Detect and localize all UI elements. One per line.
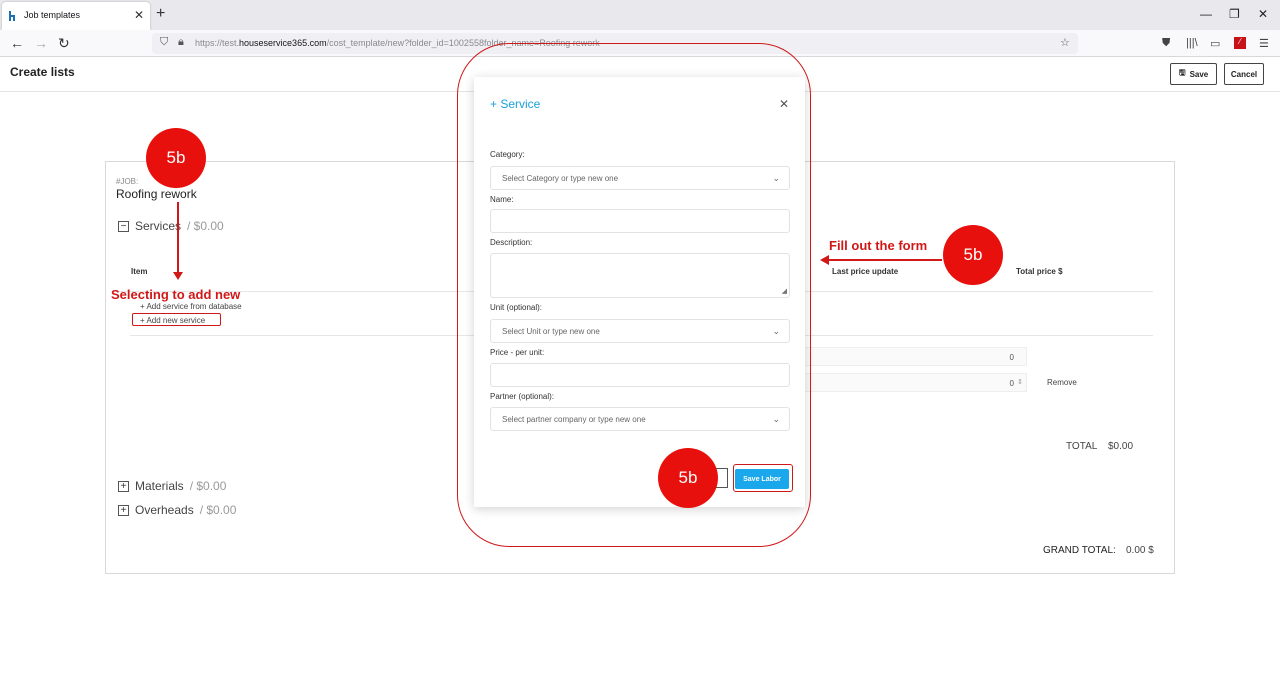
url-host: houseservice365.com (239, 38, 327, 48)
save-button[interactable]: 🖫︎ Save (1170, 63, 1217, 85)
total-label: TOTAL (1066, 441, 1098, 452)
save-button-label: Save (1189, 69, 1209, 79)
column-item: Item (131, 267, 148, 276)
services-amount: / $0.00 (187, 219, 224, 233)
browser-tab-bar: Job templates ✕ + — ❐ ✕ (0, 0, 1280, 30)
tab-close-icon[interactable]: ✕ (134, 8, 144, 22)
materials-section-header[interactable]: + Materials / $0.00 (118, 479, 226, 493)
extension-icon[interactable]: ⁄ (1234, 37, 1246, 49)
expand-icon[interactable]: + (118, 504, 129, 516)
column-total-price: Total price $ (1016, 267, 1063, 276)
pocket-icon[interactable]: ⛊ (1162, 37, 1170, 50)
new-tab-icon[interactable]: + (156, 5, 165, 23)
stepper-arrows-icon[interactable]: ⇕ (1017, 378, 1023, 386)
selecting-annotation: Selecting to add new (111, 287, 241, 302)
tab-title: Job templates (24, 10, 81, 20)
cancel-button[interactable]: Cancel (1224, 63, 1264, 85)
add-new-service-highlight (132, 313, 221, 326)
materials-amount: / $0.00 (189, 479, 227, 493)
shield-icon[interactable]: ⛉ (160, 36, 168, 49)
total-value: $0.00 (1108, 441, 1134, 452)
save-disk-icon: 🖫︎ (1178, 68, 1186, 77)
browser-tab[interactable]: Job templates ✕ (2, 2, 150, 30)
left-arrow-line (828, 259, 942, 261)
star-icon[interactable]: ☆ (1060, 36, 1070, 49)
add-service-from-database-link[interactable]: + Add service from database (140, 302, 242, 311)
forward-icon[interactable]: → (34, 35, 48, 51)
url-prefix: https://test. (195, 38, 240, 48)
fill-form-annotation: Fill out the form (829, 238, 928, 253)
price-stepper[interactable]: 0 ⇕ (800, 373, 1027, 392)
minimize-icon[interactable]: — (1200, 7, 1212, 21)
remove-link[interactable]: Remove (1047, 378, 1077, 387)
restore-icon[interactable]: ❐ (1229, 7, 1240, 21)
step-badge: 5b (146, 128, 206, 188)
menu-icon[interactable]: ☰ (1259, 37, 1269, 50)
sidebar-icon[interactable]: ▭ (1210, 37, 1220, 50)
job-label: #JOB: (116, 177, 139, 186)
price-stepper-value: 0 (1009, 379, 1014, 388)
window-close-icon[interactable]: ✕ (1258, 7, 1268, 21)
column-last-price-update: Last price update (832, 267, 899, 276)
grand-total-label: GRAND TOTAL: (1043, 545, 1116, 556)
save-labor-highlight (733, 464, 793, 492)
site-favicon-icon (9, 11, 15, 21)
overheads-section-header[interactable]: + Overheads / $0.00 (118, 503, 236, 517)
grand-total-value: 0.00 $ (1126, 545, 1154, 556)
job-name: Roofing rework (116, 187, 197, 201)
expand-icon[interactable]: + (118, 480, 129, 492)
lock-icon[interactable]: 🔒︎ (178, 36, 184, 49)
page-title: Create lists (10, 65, 75, 79)
services-section-header[interactable]: − Services / $0.00 (118, 219, 224, 233)
collapse-icon[interactable]: − (118, 220, 129, 232)
overheads-label: Overheads (135, 503, 194, 517)
step-badge: 5b (658, 448, 718, 508)
library-icon[interactable]: |||\ (1186, 37, 1198, 49)
services-label: Services (135, 219, 182, 233)
back-icon[interactable]: ← (10, 35, 24, 51)
down-arrow-head-icon (173, 272, 183, 280)
step-badge: 5b (943, 225, 1003, 285)
left-arrow-head-icon (820, 255, 829, 265)
reload-icon[interactable]: ↻ (58, 35, 70, 52)
quantity-field[interactable]: 0 (800, 347, 1027, 366)
materials-label: Materials (135, 479, 184, 493)
overheads-amount: / $0.00 (199, 503, 237, 517)
down-arrow-line (177, 202, 179, 274)
